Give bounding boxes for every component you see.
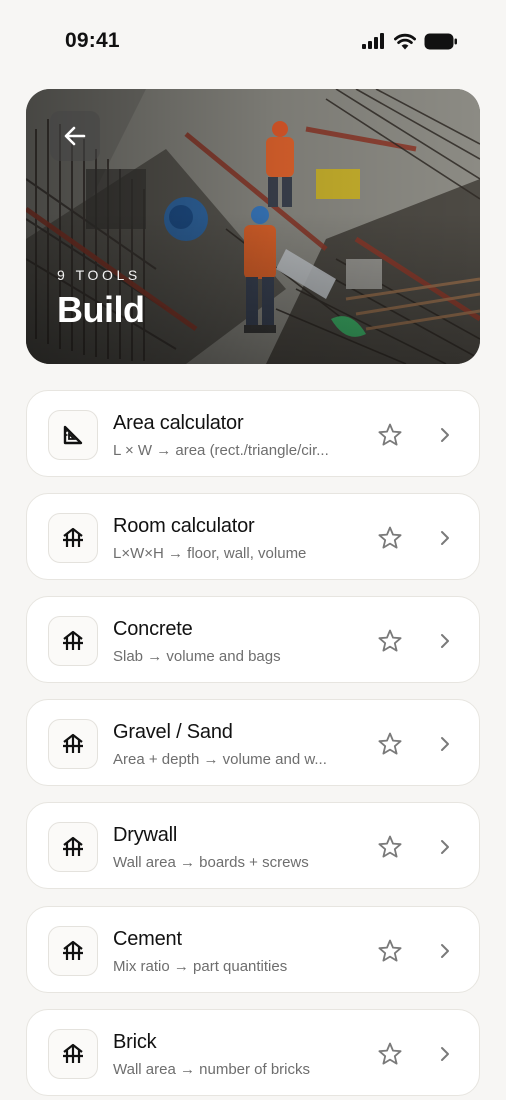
trestle-icon <box>63 1043 83 1063</box>
chevron-right-icon <box>441 737 449 751</box>
tool-title: Brick <box>113 1031 157 1053</box>
tool-description: Wall area → number of bricks <box>113 1061 311 1078</box>
tool-icon-box <box>48 926 98 976</box>
status-bar: 09:41 <box>0 0 506 80</box>
star-icon[interactable] <box>377 1041 403 1067</box>
tool-icon-box <box>48 1029 98 1079</box>
hero-banner: 9 TOOLS Build <box>26 89 480 364</box>
arrow-left-icon <box>64 126 86 146</box>
tool-title: Concrete <box>113 618 193 640</box>
status-time: 09:41 <box>65 29 120 52</box>
tool-title: Gravel / Sand <box>113 721 233 743</box>
tool-description: Slab → volume and bags <box>113 648 281 665</box>
chevron-right-icon <box>441 944 449 958</box>
trestle-icon <box>63 630 83 650</box>
tool-description: Mix ratio → part quantities <box>113 958 288 975</box>
tool-description: L×W×H → floor, wall, volume <box>113 545 307 562</box>
star-icon[interactable] <box>377 731 403 757</box>
tool-description: Area + depth → volume and w... <box>113 751 327 768</box>
tool-card-concrete[interactable]: Concrete Slab → volume and bags <box>26 596 480 683</box>
tool-title: Drywall <box>113 824 178 846</box>
tool-title: Room calculator <box>113 515 255 537</box>
tool-title: Cement <box>113 928 182 950</box>
chevron-right-icon <box>441 428 449 442</box>
battery-icon <box>424 33 457 49</box>
page-title: Build <box>57 289 145 330</box>
chevron-right-icon <box>441 531 449 545</box>
trestle-icon <box>63 733 83 753</box>
star-icon[interactable] <box>377 628 403 654</box>
trestle-icon <box>63 940 83 960</box>
tool-card-area-calculator[interactable]: Area calculator L × W → area (rect./tria… <box>26 390 480 477</box>
status-icons <box>362 31 458 51</box>
tool-card-drywall[interactable]: Drywall Wall area → boards + screws <box>26 802 480 889</box>
chevron-right-icon <box>441 840 449 854</box>
star-icon[interactable] <box>377 834 403 860</box>
tool-description: Wall area → boards + screws <box>113 854 309 871</box>
set-square-icon <box>63 425 83 445</box>
tool-title: Area calculator <box>113 412 244 434</box>
tool-icon-box <box>48 616 98 666</box>
chevron-right-icon <box>441 634 449 648</box>
tool-icon-box <box>48 410 98 460</box>
tool-icon-box <box>48 719 98 769</box>
chevron-right-icon <box>441 1047 449 1061</box>
tool-card-room-calculator[interactable]: Room calculator L×W×H → floor, wall, vol… <box>26 493 480 580</box>
tool-icon-box <box>48 822 98 872</box>
star-icon[interactable] <box>377 938 403 964</box>
wifi-icon <box>394 33 416 49</box>
star-icon[interactable] <box>377 422 403 448</box>
trestle-icon <box>63 836 83 856</box>
tool-description: L × W → area (rect./triangle/cir... <box>113 442 329 459</box>
back-button[interactable] <box>50 111 100 161</box>
tool-card-gravel-sand[interactable]: Gravel / Sand Area + depth → volume and … <box>26 699 480 786</box>
tool-card-cement[interactable]: Cement Mix ratio → part quantities <box>26 906 480 993</box>
tool-icon-box <box>48 513 98 563</box>
tool-count: 9 TOOLS <box>57 267 141 283</box>
star-icon[interactable] <box>377 525 403 551</box>
trestle-icon <box>63 527 83 547</box>
cellular-signal-icon <box>362 33 384 49</box>
tool-card-brick[interactable]: Brick Wall area → number of bricks <box>26 1009 480 1096</box>
